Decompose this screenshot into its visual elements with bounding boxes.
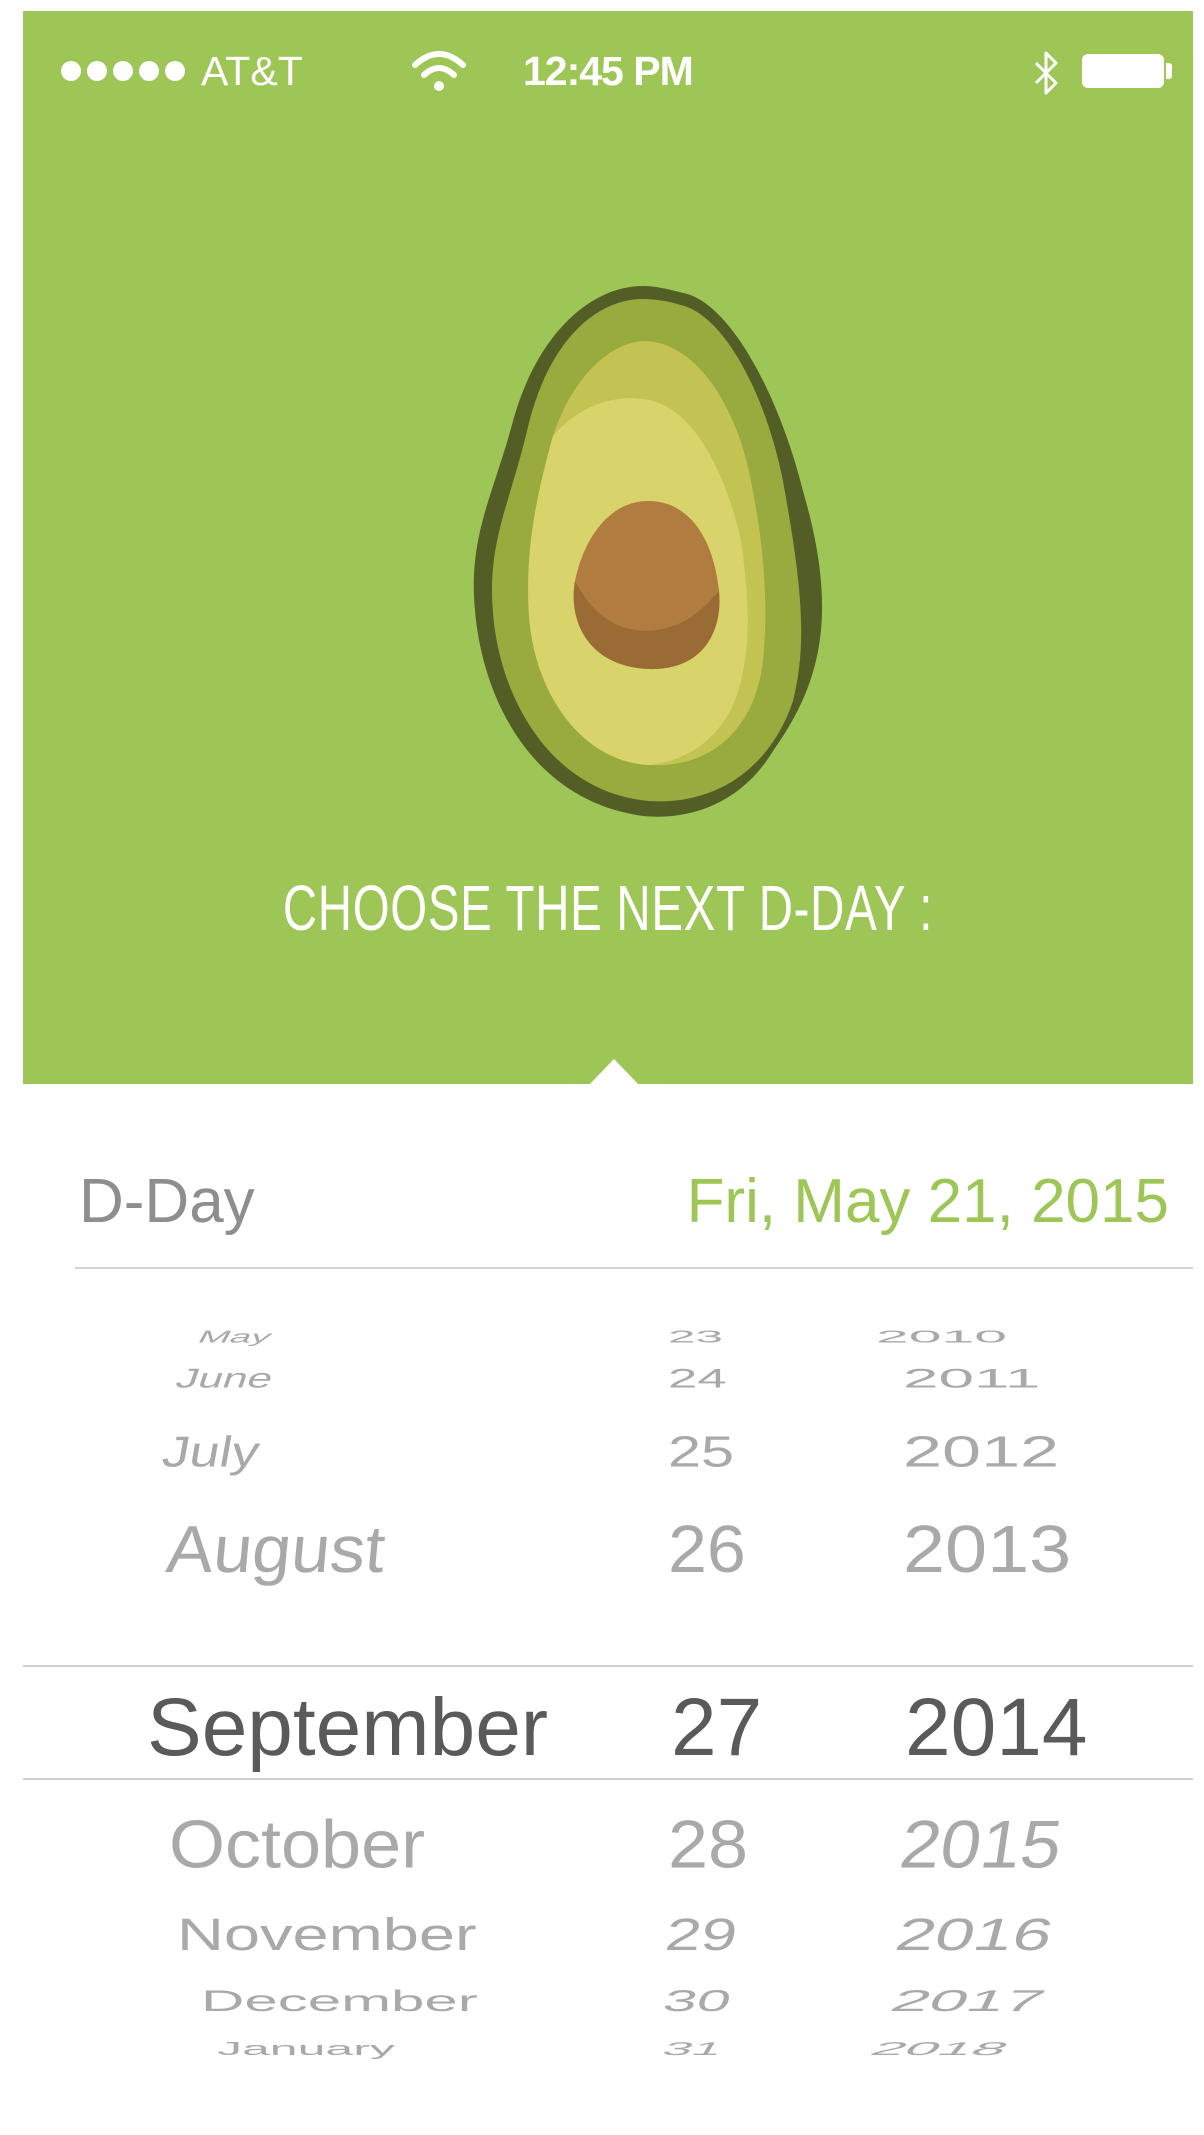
- picker-month-selected[interactable]: September: [147, 1687, 548, 1769]
- picker-month-item[interactable]: October: [169, 1811, 425, 1879]
- status-time: 12:45 PM: [523, 48, 694, 94]
- picker-year-item[interactable]: 2011: [903, 1365, 1040, 1392]
- picker-year-item[interactable]: 2010: [876, 1328, 1007, 1345]
- picker-day-item[interactable]: 26: [668, 1516, 746, 1583]
- date-picker[interactable]: May June July August September October N…: [23, 1273, 1193, 2073]
- signal-strength-icon: [61, 61, 185, 81]
- divider: [75, 1267, 1193, 1269]
- picker-year-selected[interactable]: 2014: [905, 1687, 1087, 1769]
- picker-day-item[interactable]: 31: [658, 2039, 728, 2059]
- picker-year-item[interactable]: 2015: [895, 1807, 1066, 1882]
- picker-month-item[interactable]: December: [201, 1986, 478, 2016]
- picker-month-item[interactable]: August: [164, 1512, 389, 1586]
- picker-month-item[interactable]: May: [194, 1328, 276, 1347]
- screen: AT&T 12:45 PM CHOOSE THE NEXT D-DAY : D-…: [23, 11, 1193, 2135]
- picker-month-item[interactable]: June: [172, 1364, 278, 1394]
- wifi-icon: [412, 51, 466, 91]
- pointer-notch: [589, 1059, 639, 1085]
- picker-year-item[interactable]: 2013: [903, 1516, 1071, 1583]
- picker-day-item[interactable]: 23: [668, 1328, 723, 1345]
- selection-bottom-line: [23, 1778, 1193, 1780]
- picker-month-item[interactable]: November: [177, 1912, 477, 1957]
- dday-label: D-Day: [79, 1167, 255, 1236]
- dday-value: Fri, May 21, 2015: [686, 1167, 1169, 1236]
- avocado-icon: [473, 286, 823, 817]
- selection-top-line: [23, 1665, 1193, 1667]
- choose-dday-prompt: CHOOSE THE NEXT D-DAY :: [282, 872, 934, 944]
- picker-year-item[interactable]: 2017: [885, 1984, 1051, 2018]
- carrier-label: AT&T: [201, 48, 303, 94]
- picker-day-item[interactable]: 28: [668, 1811, 748, 1879]
- picker-day-item[interactable]: 25: [668, 1430, 734, 1473]
- status-bar: AT&T 12:45 PM: [23, 11, 1193, 121]
- picker-year-item[interactable]: 2016: [890, 1909, 1059, 1960]
- battery-cap-icon: [1166, 63, 1172, 79]
- picker-day-item[interactable]: 24: [668, 1365, 727, 1392]
- picker-month-item[interactable]: January: [217, 2040, 395, 2058]
- dday-row[interactable]: D-Day Fri, May 21, 2015: [79, 1151, 1193, 1281]
- picker-day-item[interactable]: 29: [662, 1909, 740, 1960]
- picker-year-item[interactable]: 2012: [903, 1430, 1059, 1473]
- bluetooth-icon: [1034, 51, 1058, 95]
- battery-icon: [1082, 54, 1164, 88]
- picker-day-item[interactable]: 30: [659, 1984, 735, 2018]
- picker-month-item[interactable]: July: [159, 1428, 263, 1476]
- header: AT&T 12:45 PM CHOOSE THE NEXT D-DAY :: [23, 11, 1193, 1084]
- picker-day-selected[interactable]: 27: [671, 1687, 762, 1769]
- picker-year-item[interactable]: 2018: [864, 2039, 1015, 2059]
